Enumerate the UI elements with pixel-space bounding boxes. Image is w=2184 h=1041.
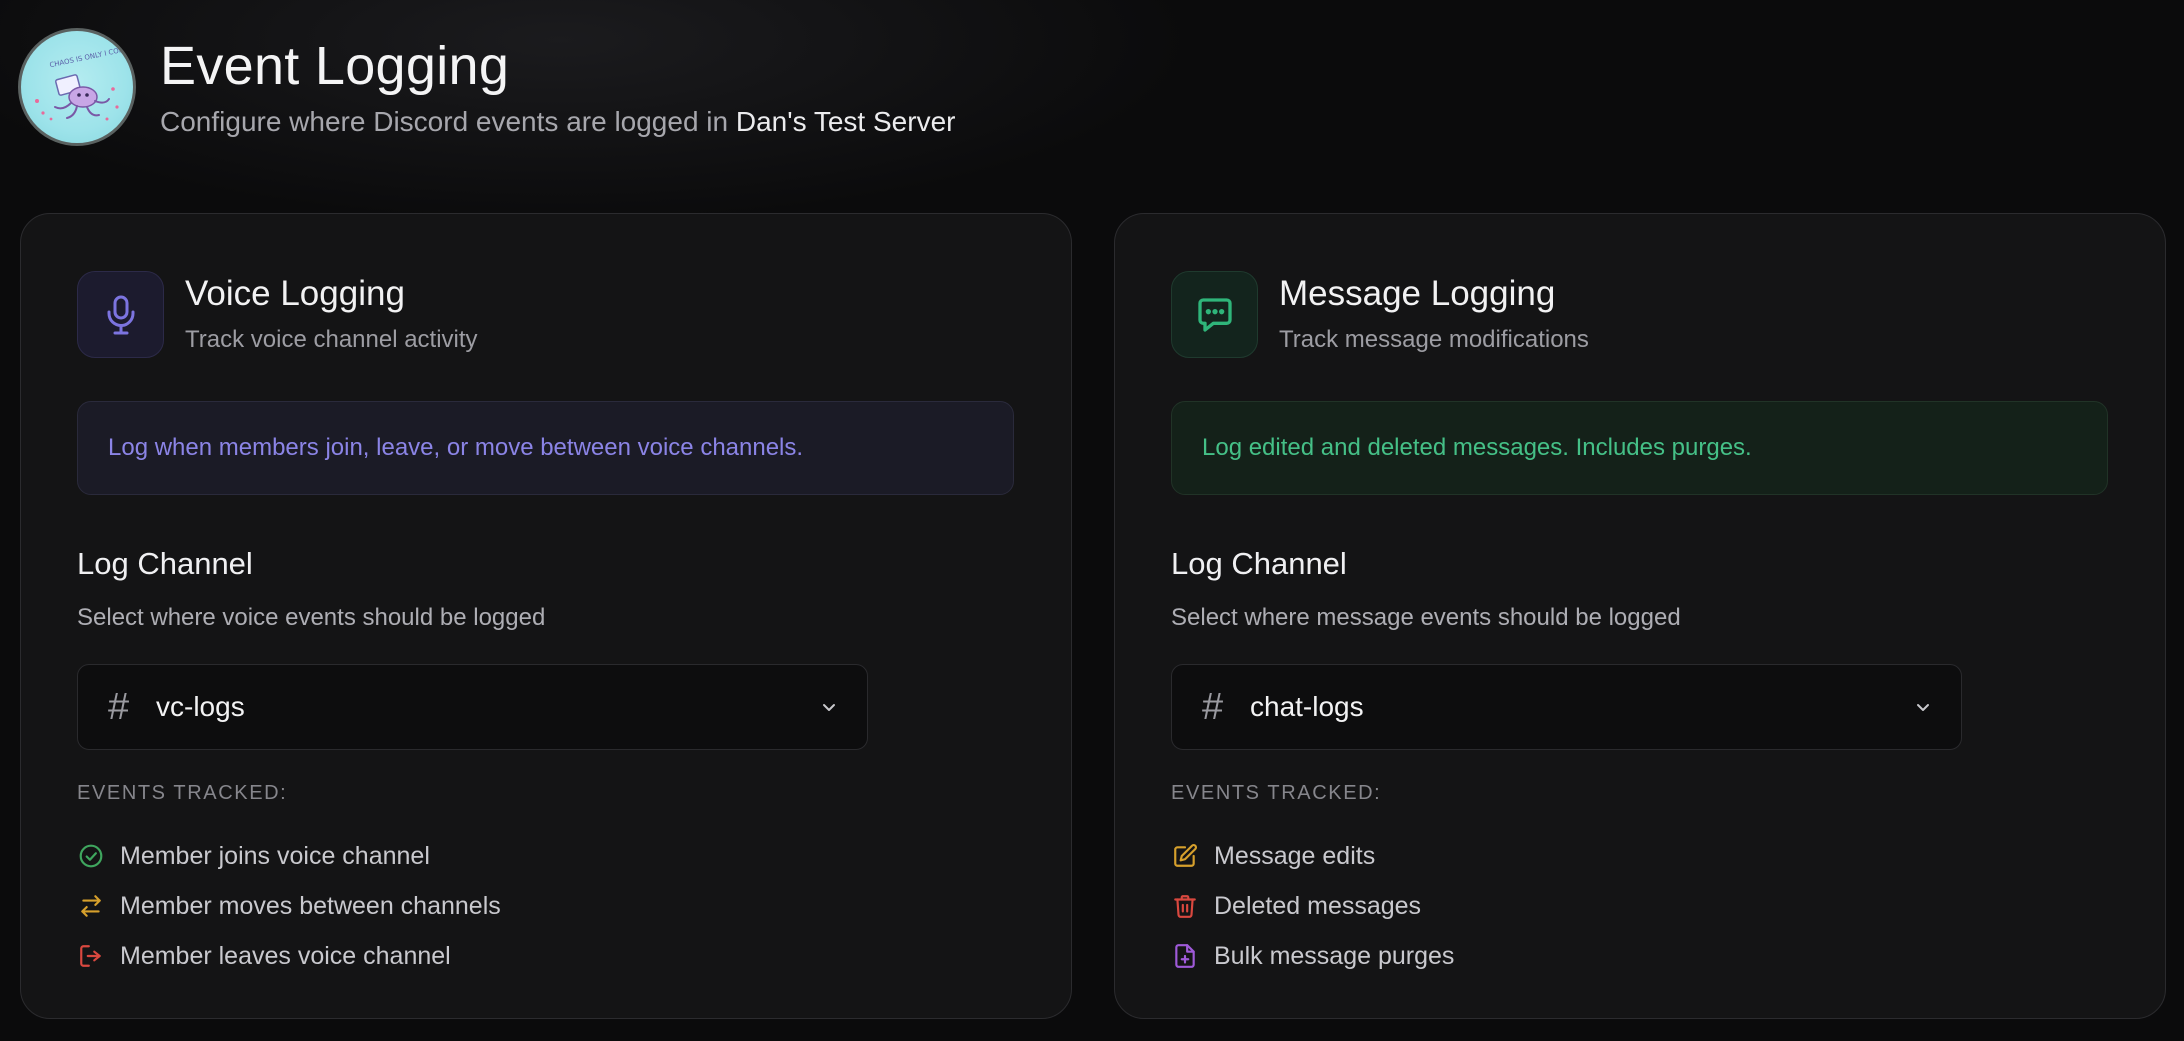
check-circle-icon (77, 842, 105, 870)
chevron-down-icon (1917, 704, 1929, 711)
event-label: Member moves between channels (120, 891, 501, 920)
selected-channel: chat-logs (1250, 691, 1364, 722)
voice-logging-card: Voice Logging Track voice channel activi… (20, 213, 1072, 1019)
event-label: Deleted messages (1214, 891, 1422, 920)
list-item: Member moves between channels (77, 881, 501, 931)
card-description: Track message modifications (1279, 326, 1589, 353)
events-list: Message edits Deleted messages Bulk mess… (1171, 831, 1454, 981)
card-title: Voice Logging (185, 274, 405, 313)
avatar-text: CHAOS IS ONLY I COME (49, 45, 130, 70)
card-header: Message Logging Track message modificati… (1171, 271, 1589, 358)
log-channel-title: Log Channel (77, 546, 253, 581)
card-header: Voice Logging Track voice channel activi… (77, 271, 478, 358)
hash-icon: # (1202, 686, 1224, 728)
info-box: Log when members join, leave, or move be… (77, 401, 1014, 495)
edit-icon (1171, 842, 1199, 870)
list-item: Deleted messages (1171, 881, 1454, 931)
list-item: Member joins voice channel (77, 831, 501, 881)
logout-icon (77, 942, 105, 970)
list-item: Message edits (1171, 831, 1454, 881)
events-list: Member joins voice channel Member moves … (77, 831, 501, 981)
events-tracked-label: EVENTS TRACKED: (77, 782, 288, 804)
event-label: Member joins voice channel (120, 841, 430, 870)
chat-icon-box (1171, 271, 1258, 358)
message-logging-card: Message Logging Track message modificati… (1114, 213, 2166, 1019)
hash-icon: # (108, 686, 130, 728)
microphone-icon-box (77, 271, 164, 358)
selected-channel: vc-logs (156, 691, 245, 722)
voice-log-channel-select[interactable]: # vc-logs (77, 664, 868, 750)
arrows-swap-icon (77, 892, 105, 920)
event-label: Message edits (1214, 841, 1376, 870)
info-box: Log edited and deleted messages. Include… (1171, 401, 2108, 495)
file-plus-icon (1171, 942, 1199, 970)
log-channel-description: Select where voice events should be logg… (77, 604, 546, 631)
event-label: Member leaves voice channel (120, 941, 451, 970)
server-avatar: CHAOS IS ONLY I COME (18, 28, 136, 146)
trash-icon (1171, 892, 1199, 920)
message-log-channel-select[interactable]: # chat-logs (1171, 664, 1962, 750)
chevron-down-icon (823, 704, 835, 711)
page-header: CHAOS IS ONLY I COME Event Logging Confi… (18, 28, 955, 146)
list-item: Member leaves voice channel (77, 931, 501, 981)
subtitle-text: Configure where Discord events are logge… (160, 106, 729, 137)
event-label: Bulk message purges (1214, 941, 1455, 970)
chat-bubble-icon (1197, 297, 1232, 332)
log-channel-title: Log Channel (1171, 546, 1347, 581)
page-title: Event Logging (160, 36, 510, 96)
microphone-icon (107, 295, 134, 334)
log-channel-description: Select where message events should be lo… (1171, 604, 1681, 631)
card-title: Message Logging (1279, 274, 1556, 313)
list-item: Bulk message purges (1171, 931, 1454, 981)
page-subtitle: Configure where Discord events are logge… (160, 104, 955, 140)
card-description: Track voice channel activity (185, 326, 478, 353)
events-tracked-label: EVENTS TRACKED: (1171, 782, 1382, 804)
server-name: Dan's Test Server (735, 106, 956, 137)
